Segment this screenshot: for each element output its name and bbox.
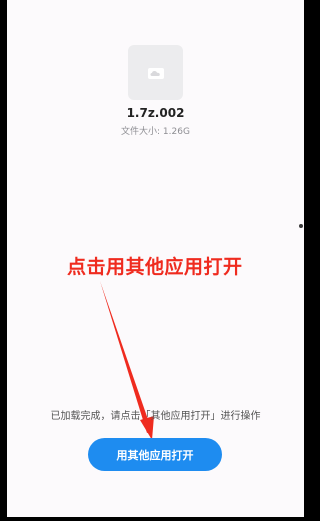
status-message: 已加载完成，请点击「其他应用打开」进行操作 [50, 411, 261, 422]
download-complete-screen: 1.7z.002 文件大小: 1.26G 点击用其他应用打开 已加载完成，请点击… [7, 0, 304, 517]
open-with-other-app-button[interactable]: 用其他应用打开 [88, 438, 222, 471]
file-thumbnail [128, 45, 183, 100]
file-name: 1.7z.002 [126, 106, 185, 120]
edge-indicator [299, 224, 303, 228]
instruction-annotation: 点击用其他应用打开 [67, 256, 243, 278]
cloud-file-icon [147, 66, 165, 80]
file-size: 文件大小: 1.26G [121, 127, 190, 137]
